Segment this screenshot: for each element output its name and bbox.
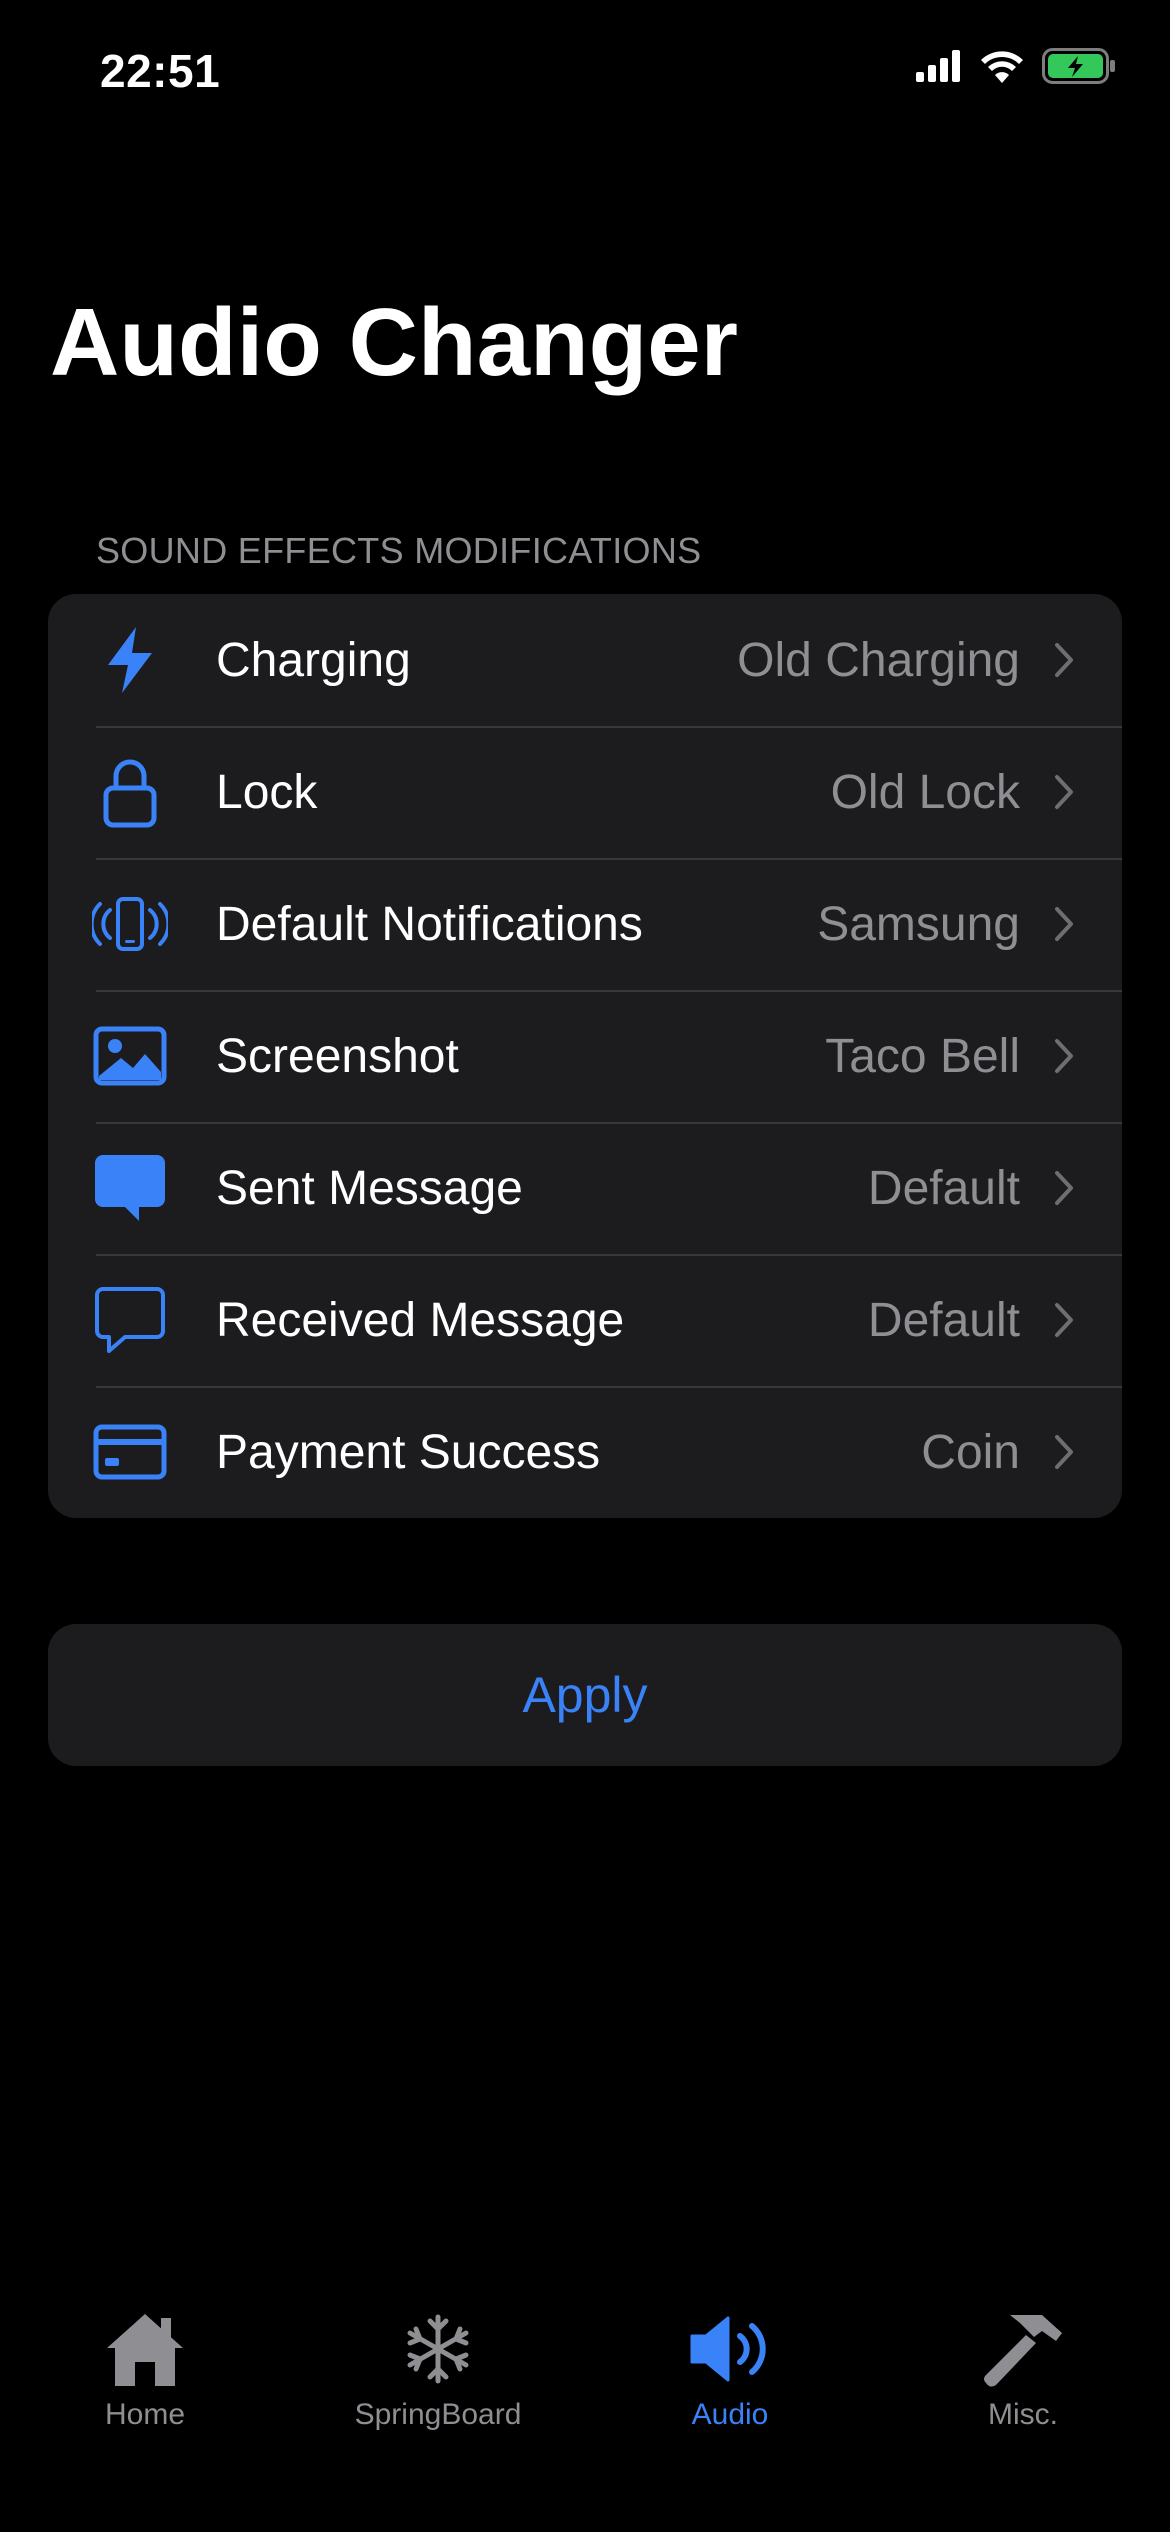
section-header: SOUND EFFECTS MODIFICATIONS <box>96 530 702 571</box>
message-outline-icon <box>90 1280 170 1360</box>
chevron-right-icon <box>1052 1300 1076 1340</box>
status-time: 22:51 <box>100 45 221 97</box>
chevron-right-icon <box>1052 1036 1076 1076</box>
list-row-received-message[interactable]: Received Message Default <box>48 1254 1122 1386</box>
list-row-payment-success[interactable]: Payment Success Coin <box>48 1386 1122 1518</box>
lock-icon <box>90 752 170 832</box>
battery-icon <box>1042 48 1116 89</box>
hammer-icon <box>978 2304 1068 2394</box>
tab-home[interactable]: Home <box>25 2304 265 2432</box>
speaker-icon <box>685 2304 775 2394</box>
tab-audio[interactable]: Audio <box>610 2304 850 2432</box>
list-row-lock[interactable]: Lock Old Lock <box>48 726 1122 858</box>
row-label: Default Notifications <box>216 897 643 951</box>
chevron-right-icon <box>1052 1432 1076 1472</box>
house-icon <box>100 2304 190 2394</box>
home-indicator <box>445 2506 725 2516</box>
chevron-right-icon <box>1052 772 1076 812</box>
row-label: Payment Success <box>216 1425 601 1479</box>
row-value: Taco Bell <box>825 1029 1020 1083</box>
list-row-screenshot[interactable]: Screenshot Taco Bell <box>48 990 1122 1122</box>
row-label: Received Message <box>216 1293 625 1347</box>
row-value: Old Lock <box>830 765 1020 819</box>
wifi-icon <box>980 49 1024 88</box>
bolt-icon <box>90 620 170 700</box>
row-value: Old Charging <box>737 633 1020 687</box>
status-bar: 22:51 <box>0 0 1170 150</box>
list-row-charging[interactable]: Charging Old Charging <box>48 594 1122 726</box>
row-label: Lock <box>216 765 318 819</box>
row-value: Samsung <box>817 897 1020 951</box>
phone-vibrate-icon <box>90 884 170 964</box>
chevron-right-icon <box>1052 904 1076 944</box>
status-icons <box>916 48 1116 89</box>
tab-label: Home <box>104 2398 186 2431</box>
chevron-right-icon <box>1052 640 1076 680</box>
row-label: Sent Message <box>216 1161 523 1215</box>
apply-button[interactable]: Apply <box>48 1624 1122 1766</box>
snowflake-icon <box>393 2304 483 2394</box>
sound-effects-list: Charging Old Charging Lock Old Lock Defa… <box>48 594 1122 1518</box>
credit-card-icon <box>90 1412 170 1492</box>
tab-label: Misc. <box>988 2398 1058 2431</box>
row-label: Charging <box>216 633 411 687</box>
message-filled-icon <box>90 1148 170 1228</box>
list-row-sent-message[interactable]: Sent Message Default <box>48 1122 1122 1254</box>
tab-bar: Home SpringBoard Audio Misc. <box>0 2280 1170 2532</box>
chevron-right-icon <box>1052 1168 1076 1208</box>
page-title: Audio Changer <box>50 289 738 396</box>
row-value: Coin <box>921 1425 1020 1479</box>
cellular-signal-icon <box>916 50 962 87</box>
row-label: Screenshot <box>216 1029 459 1083</box>
tab-misc[interactable]: Misc. <box>903 2304 1143 2432</box>
tab-springboard[interactable]: SpringBoard <box>318 2304 558 2432</box>
tab-label: SpringBoard <box>354 2398 522 2431</box>
row-value: Default <box>867 1161 1020 1215</box>
list-row-default-notifications[interactable]: Default Notifications Samsung <box>48 858 1122 990</box>
tab-label: Audio <box>691 2398 769 2431</box>
row-value: Default <box>867 1293 1020 1347</box>
photo-icon <box>90 1016 170 1096</box>
